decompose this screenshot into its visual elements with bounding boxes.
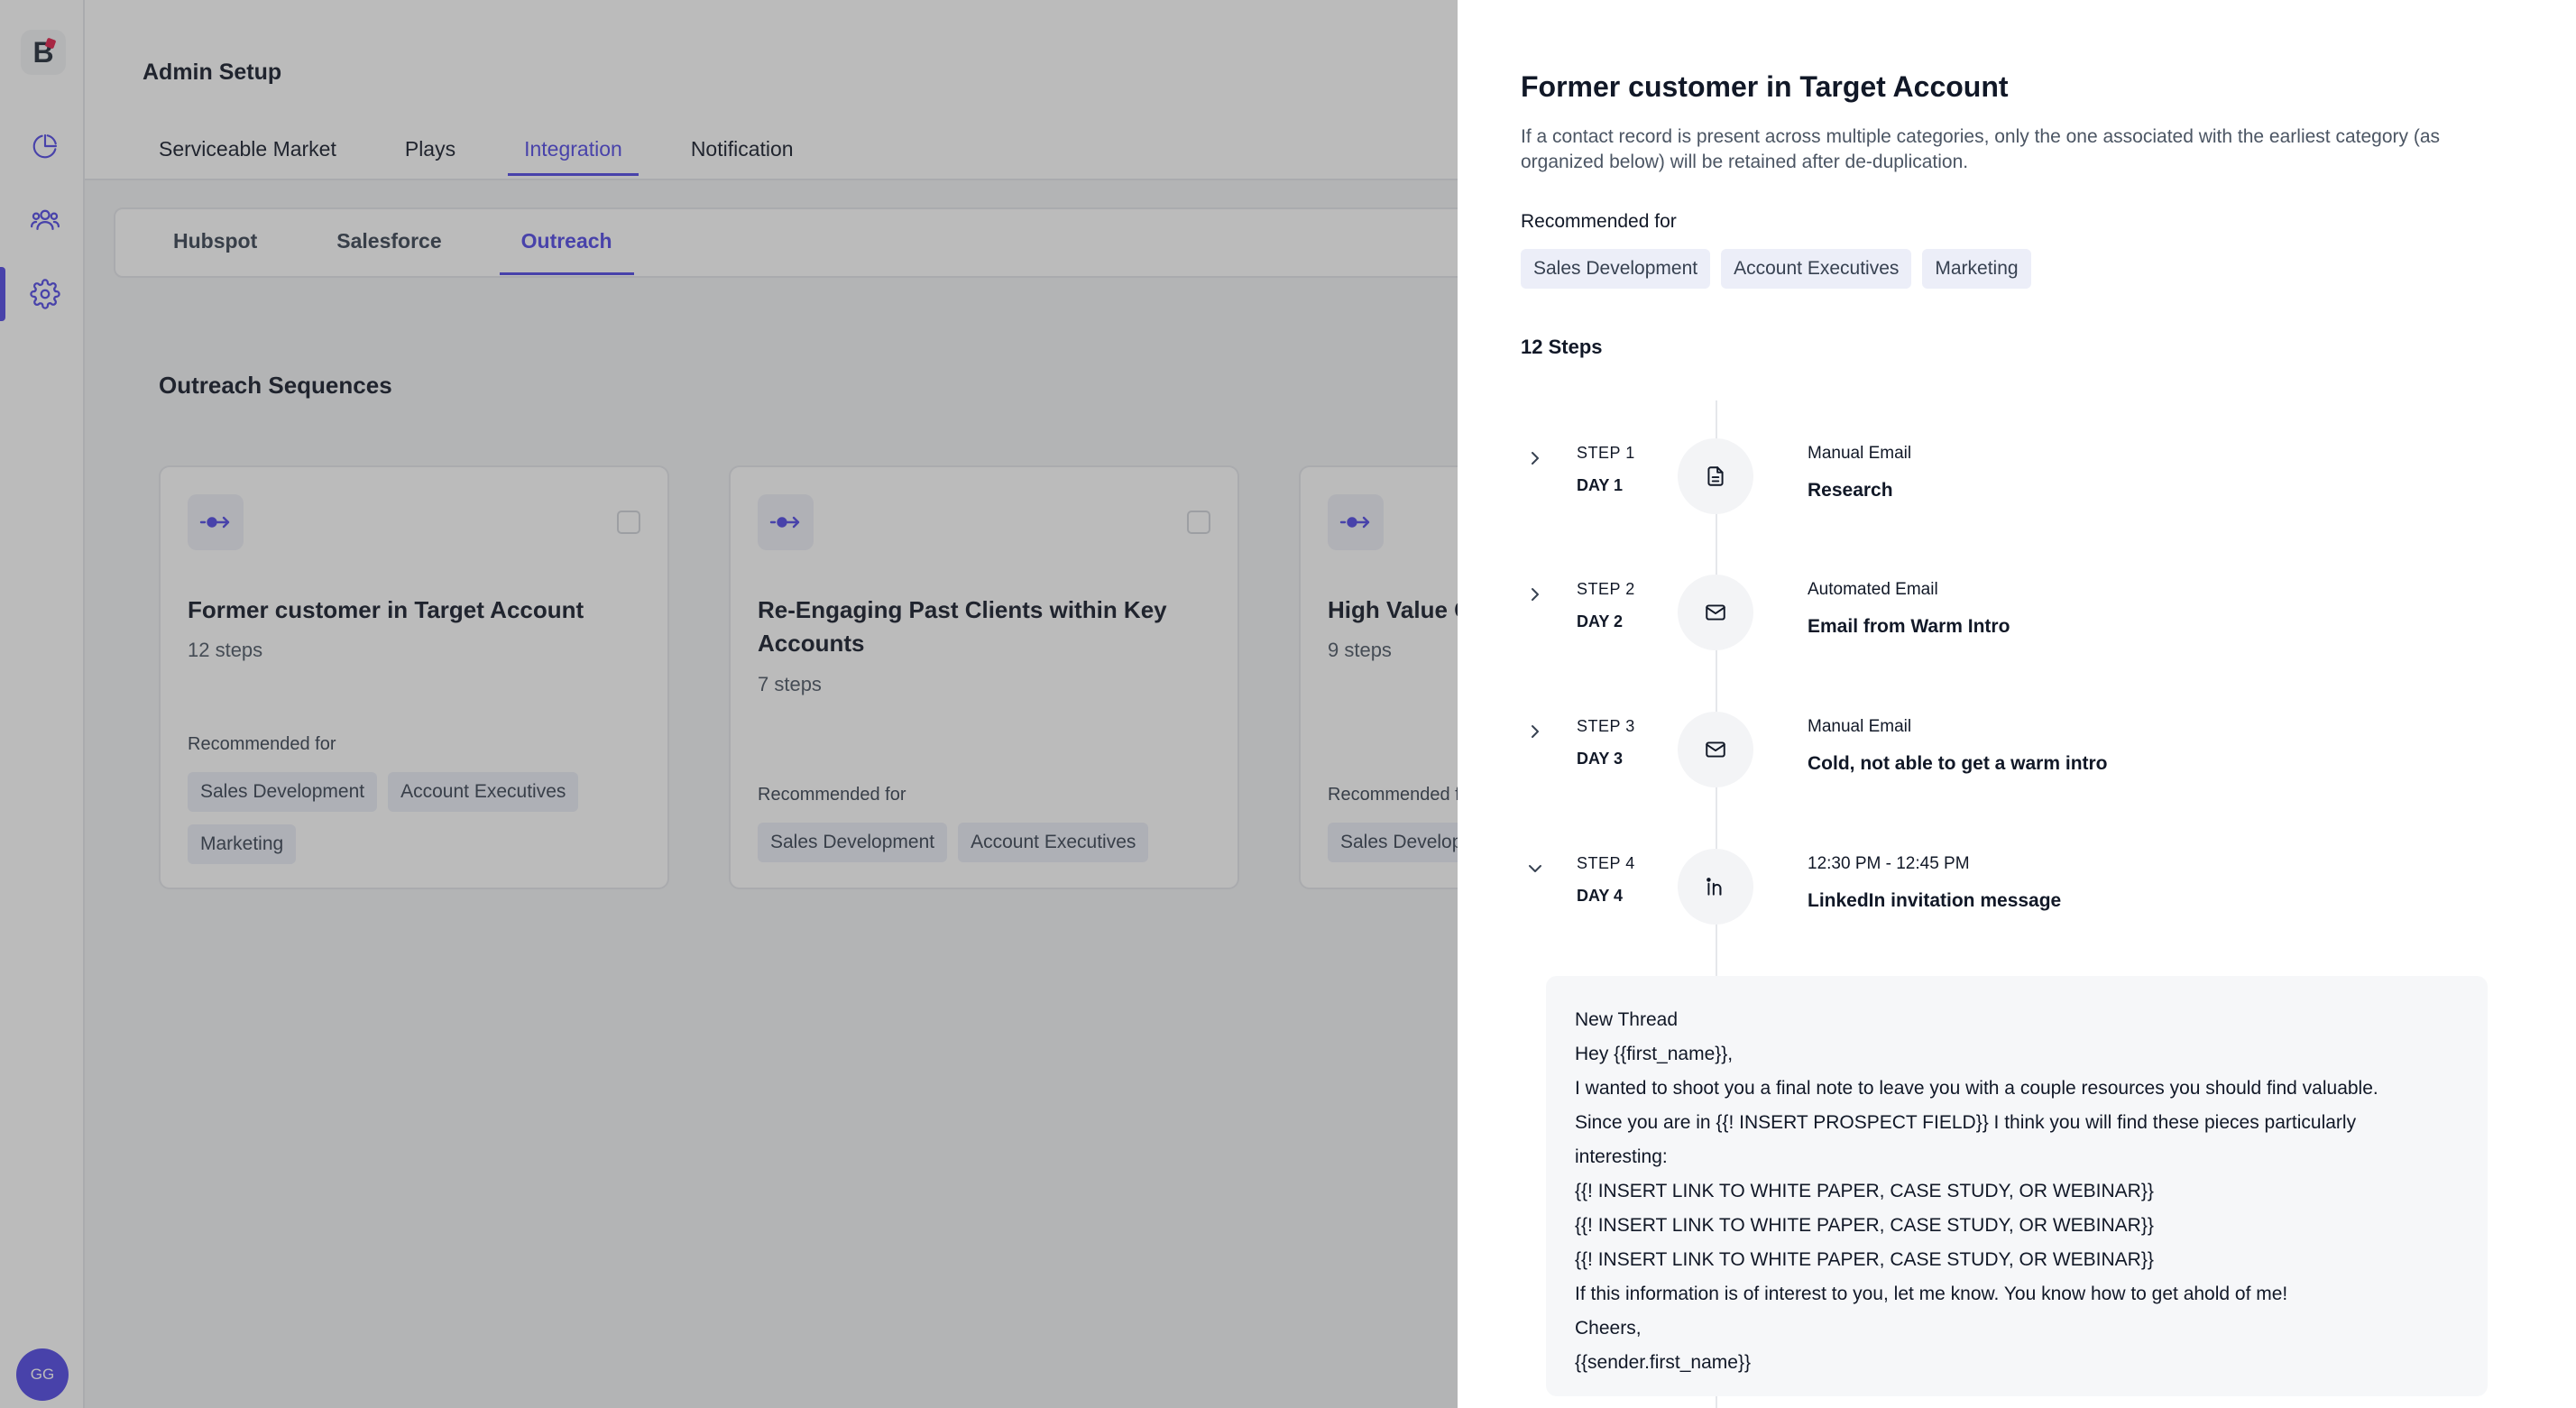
role-chip: Marketing [1922, 249, 2031, 289]
step-name: LinkedIn invitation message [1808, 890, 2062, 911]
message-line: I wanted to shoot you a final note to le… [1575, 1078, 2378, 1099]
step-type: Manual Email [1808, 717, 1912, 736]
message-line: {{! INSERT LINK TO WHITE PAPER, CASE STU… [1575, 1249, 2154, 1270]
step-icon-container [1678, 849, 1753, 925]
message-line: If this information is of interest to yo… [1575, 1284, 2288, 1304]
message-preview: New Thread Hey {{first_name}}, I wanted … [1546, 976, 2488, 1396]
sequence-step[interactable]: STEP 2 DAY 2 Automated Email Email from … [1458, 560, 2576, 650]
mail-icon [1706, 604, 1725, 621]
step-name: Research [1808, 480, 1893, 501]
step-number: STEP 2 [1577, 580, 1635, 598]
thread-header: New Thread [1575, 1009, 1679, 1030]
chevron-right-icon[interactable] [1524, 584, 1546, 605]
drawer-title: Former customer in Target Account [1521, 70, 2009, 103]
message-line: {{! INSERT LINK TO WHITE PAPER, CASE STU… [1575, 1215, 2154, 1236]
step-type: Manual Email [1808, 444, 1912, 463]
drawer-chips: Sales Development Account Executives Mar… [1521, 249, 2031, 289]
sequence-step[interactable]: STEP 4 DAY 4 12:30 PM - 12:45 PM LinkedI… [1458, 834, 2576, 925]
modal-backdrop[interactable] [0, 0, 1458, 1408]
sequence-step[interactable]: STEP 1 DAY 1 Manual Email Research [1458, 424, 2576, 514]
message-line: {{! INSERT LINK TO WHITE PAPER, CASE STU… [1575, 1181, 2154, 1201]
step-icon-container [1678, 438, 1753, 514]
chevron-right-icon[interactable] [1524, 447, 1546, 469]
message-line: {{sender.first_name}} [1575, 1352, 1751, 1373]
message-line: Hey {{first_name}}, [1575, 1044, 1734, 1064]
document-icon [1707, 466, 1724, 486]
step-number: STEP 4 [1577, 854, 1635, 872]
mail-icon [1706, 741, 1725, 758]
message-line: interesting: [1575, 1146, 1668, 1167]
step-number: STEP 3 [1577, 717, 1635, 735]
chevron-down-icon[interactable] [1524, 858, 1546, 879]
step-time: 12:30 PM - 12:45 PM [1808, 854, 1970, 873]
sequence-step[interactable]: STEP 3 DAY 3 Manual Email Cold, not able… [1458, 697, 2576, 787]
step-day: DAY 4 [1577, 887, 1624, 905]
role-chip: Sales Development [1521, 249, 1711, 289]
step-day: DAY 3 [1577, 750, 1624, 768]
step-day: DAY 2 [1577, 612, 1624, 630]
step-day: DAY 1 [1577, 476, 1624, 494]
chevron-right-icon[interactable] [1524, 721, 1546, 742]
step-name: Email from Warm Intro [1808, 616, 2010, 637]
drawer-description: If a contact record is present across mu… [1521, 126, 2441, 172]
step-type: Automated Email [1808, 580, 1938, 599]
step-icon-container [1678, 712, 1753, 787]
message-line: Since you are in {{! INSERT PROSPECT FIE… [1575, 1112, 2357, 1133]
step-number: STEP 1 [1577, 444, 1635, 462]
linkedin-icon [1707, 878, 1722, 896]
drawer-recommended-label: Recommended for [1521, 211, 1677, 232]
step-icon-container [1678, 575, 1753, 650]
message-line: Cheers, [1575, 1318, 1642, 1339]
role-chip: Account Executives [1721, 249, 1912, 289]
sequence-detail-drawer: Former customer in Target Account If a c… [1458, 0, 2576, 1408]
step-name: Cold, not able to get a warm intro [1808, 753, 2108, 774]
steps-count: 12 Steps [1521, 336, 1603, 358]
